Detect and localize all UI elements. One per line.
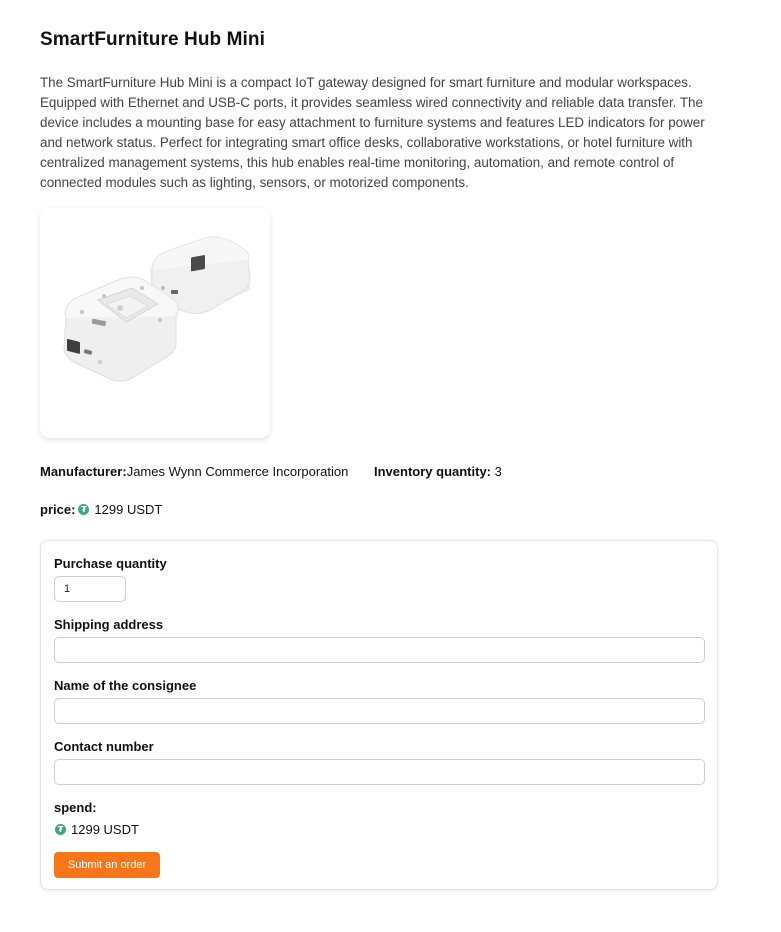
product-page: SmartFurniture Hub Mini The SmartFurnitu…: [0, 0, 781, 932]
tether-icon: ₮: [55, 824, 66, 835]
manufacturer-value: James Wynn Commerce Incorporation: [126, 464, 349, 479]
product-description: The SmartFurniture Hub Mini is a compact…: [40, 75, 705, 190]
product-image: [40, 208, 270, 438]
shipping-address-label: Shipping address: [54, 617, 164, 632]
contact-number-label: Contact number: [54, 739, 154, 754]
hub-device-illustration: [63, 236, 251, 382]
consignee-name-input[interactable]: [54, 698, 705, 724]
purchase-quantity-label: Purchase quantity: [54, 556, 167, 571]
price-row: price: ₮ 1299 USDT: [40, 502, 162, 517]
inventory-info: Inventory quantity: 3: [374, 464, 502, 479]
inventory-value: 3: [494, 464, 502, 479]
manufacturer-label: Manufacturer:: [40, 464, 127, 479]
consignee-name-label: Name of the consignee: [54, 678, 197, 693]
order-form: Purchase quantity Shipping address Name …: [40, 540, 718, 890]
submit-order-button[interactable]: Submit an order: [54, 852, 160, 878]
product-meta-row: Manufacturer:James Wynn Commerce Incorpo…: [40, 464, 502, 479]
shipping-address-input[interactable]: [54, 637, 705, 663]
price-value: 1299 USDT: [94, 502, 163, 517]
price-label: price:: [40, 502, 76, 517]
spend-label: spend:: [54, 800, 97, 815]
tether-icon: ₮: [78, 504, 90, 515]
spend-total: ₮ 1299 USDT: [54, 822, 139, 837]
purchase-quantity-input[interactable]: [54, 576, 126, 602]
hub-device-front: [63, 276, 179, 382]
spend-value: 1299 USDT: [71, 822, 139, 837]
page-title: SmartFurniture Hub Mini: [40, 29, 266, 50]
inventory-label: Inventory quantity:: [374, 464, 492, 479]
contact-number-input[interactable]: [54, 759, 705, 785]
